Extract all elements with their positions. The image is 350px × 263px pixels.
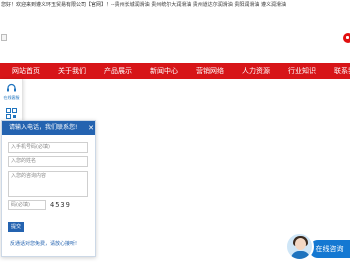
header-logo-area [0, 12, 350, 64]
nav-item-knowledge[interactable]: 行业知识 [288, 63, 316, 79]
agent-avatar [285, 232, 314, 261]
qrcode-icon [6, 108, 17, 119]
headset-icon [6, 83, 17, 94]
form-header: 请输入电话，我们联系您! ✕ [2, 121, 95, 135]
nav-item-home[interactable]: 网站首页 [12, 63, 40, 79]
free-call-note: 反通话对您免费，请放心接听! [10, 241, 78, 247]
phone-icon [343, 33, 350, 43]
sidebar-item-label: 在线客服 [3, 95, 20, 100]
sidebar-item-online-service[interactable]: 在线客服 [0, 83, 23, 100]
message-field[interactable]: 入您的咨询内容 [8, 171, 88, 197]
welcome-text: 您好！欢迎来到遵义环玉贸易有限公司【官网】！--贵州长城润滑油 贵州统尔大润滑油… [1, 2, 286, 8]
main-nav: 网站首页 关于我们 产品展示 新闻中心 营销网络 人力资源 行业知识 联系我 [0, 63, 350, 79]
captcha-image[interactable]: 4539 [50, 201, 71, 209]
nav-item-contact[interactable]: 联系我 [334, 63, 350, 79]
phone-field[interactable]: 入手机号码(必填) [8, 142, 88, 153]
online-consult-button[interactable]: 在线咨询 [309, 240, 350, 258]
online-consult-widget[interactable]: 在线咨询 [285, 232, 350, 263]
logo-image-placeholder[interactable] [1, 34, 7, 41]
nav-item-news[interactable]: 新闻中心 [150, 63, 178, 79]
nav-item-hr[interactable]: 人力资源 [242, 63, 270, 79]
top-welcome-bar: 您好！欢迎来到遵义环玉贸易有限公司【官网】！--贵州长城润滑油 贵州统尔大润滑油… [0, 0, 350, 10]
name-field[interactable]: 入您的姓名 [8, 156, 88, 167]
callback-form-panel: 请输入电话，我们联系您! ✕ 入手机号码(必填) 入您的姓名 入您的咨询内容 码… [1, 120, 96, 257]
nav-item-marketing[interactable]: 营销网络 [196, 63, 224, 79]
form-title: 请输入电话，我们联系您! [9, 124, 78, 131]
captcha-field[interactable]: 码(必填) [8, 200, 46, 210]
nav-item-products[interactable]: 产品展示 [104, 63, 132, 79]
form-close-icon[interactable]: ✕ [88, 121, 94, 135]
nav-item-about[interactable]: 关于我们 [58, 63, 86, 79]
submit-button[interactable]: 提交 [8, 222, 24, 232]
